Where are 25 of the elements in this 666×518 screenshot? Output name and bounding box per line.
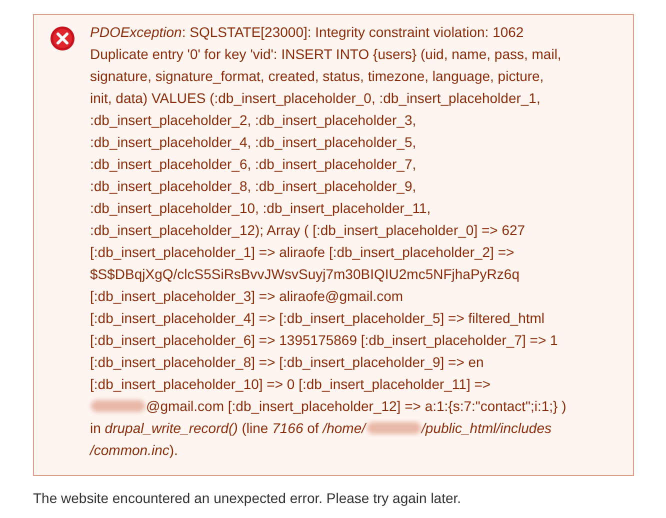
error-message: The website encountered an unexpected error. Please try again later. bbox=[33, 489, 462, 508]
error-text-line: :db_insert_placeholder_6, :db_insert_placeholder_7, bbox=[90, 155, 418, 174]
error-text-line: /common.inc). bbox=[90, 441, 179, 460]
error-text-line: [:db_insert_placeholder_1] => aliraofe [:db_insert_placeholder_2] => bbox=[90, 243, 516, 262]
error-text-line: [:db_insert_placeholder_10] => 0 [:db_insert_placeholder_11] => bbox=[90, 375, 492, 394]
error-text-line: $S$DBqjXgQ/clcS5SiRsBvvJWsvSuyj7m30BIQIU2mc5NFjhaPyRz6q bbox=[90, 265, 520, 284]
error-text-line: [:db_insert_placeholder_4] => [:db_insert_placeholder_5] => filtered_html bbox=[90, 309, 546, 328]
error-text-line: PDOException: SQLSTATE[23000]: Integrity constraint violation: 1062 bbox=[90, 23, 525, 42]
error-text-line: [:db_insert_placeholder_3] => aliraofe@gmail.com bbox=[90, 287, 404, 306]
error-text: /public_html/includes bbox=[422, 419, 552, 438]
error-icon bbox=[50, 26, 74, 51]
error-text-line: [:db_insert_placeholder_8] => [:db_insert_placeholder_9] => en bbox=[90, 353, 485, 372]
error-text: in drupal_write_record() (line 7166 of /home/ bbox=[90, 419, 366, 438]
error-text: @gmail.com [:db_insert_placeholder_12] => a:1:{s:7:"contact";i:1;} ) bbox=[146, 397, 566, 416]
error-text-line: :db_insert_placeholder_10, :db_insert_placeholder_11, bbox=[90, 199, 432, 218]
error-text-line: Duplicate entry '0' for key 'vid': INSERT INTO {users} (uid, name, pass, mail, bbox=[90, 45, 562, 64]
redaction-blur bbox=[366, 422, 421, 434]
error-text-line: [:db_insert_placeholder_6] => 1395175869 [:db_insert_placeholder_7] => 1 bbox=[90, 331, 559, 350]
error-text-line: :db_insert_placeholder_2, :db_insert_placeholder_3, bbox=[90, 111, 418, 130]
redaction-blur bbox=[91, 400, 145, 412]
error-text-line: :db_insert_placeholder_8, :db_insert_placeholder_9, bbox=[90, 177, 418, 196]
error-text-line: signature, signature_format, created, status, timezone, language, picture, bbox=[90, 67, 545, 86]
error-text-line: :db_insert_placeholder_4, :db_insert_placeholder_5, bbox=[90, 133, 418, 152]
error-text-line: :db_insert_placeholder_12); Array ( [:db_insert_placeholder_0] => 627 bbox=[90, 221, 526, 240]
error-text-line: init, data) VALUES (:db_insert_placeholder_0, :db_insert_placeholder_1, bbox=[90, 89, 542, 108]
